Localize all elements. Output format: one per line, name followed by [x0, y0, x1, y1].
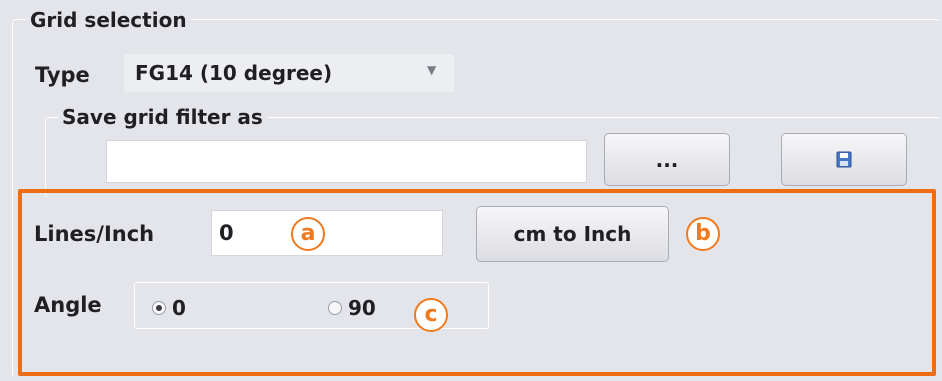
chevron-down-icon: ▼ [427, 63, 437, 77]
callout-b: b [686, 217, 720, 251]
floppy-disk-icon [836, 151, 852, 168]
browse-button[interactable]: ... [604, 133, 730, 186]
callout-c: c [414, 298, 448, 332]
callout-a: a [291, 217, 325, 251]
save-grid-filter-title: Save grid filter as [58, 105, 267, 129]
grid-selection-title: Grid selection [26, 8, 191, 32]
highlight-box [18, 189, 936, 376]
filter-name-input[interactable] [106, 140, 587, 183]
type-dropdown-value: FG14 (10 degree) [135, 61, 333, 85]
type-label: Type [35, 63, 90, 87]
browse-button-label: ... [655, 147, 679, 172]
type-dropdown[interactable]: FG14 (10 degree) ▼ [124, 54, 454, 92]
save-filter-button[interactable] [781, 133, 907, 186]
